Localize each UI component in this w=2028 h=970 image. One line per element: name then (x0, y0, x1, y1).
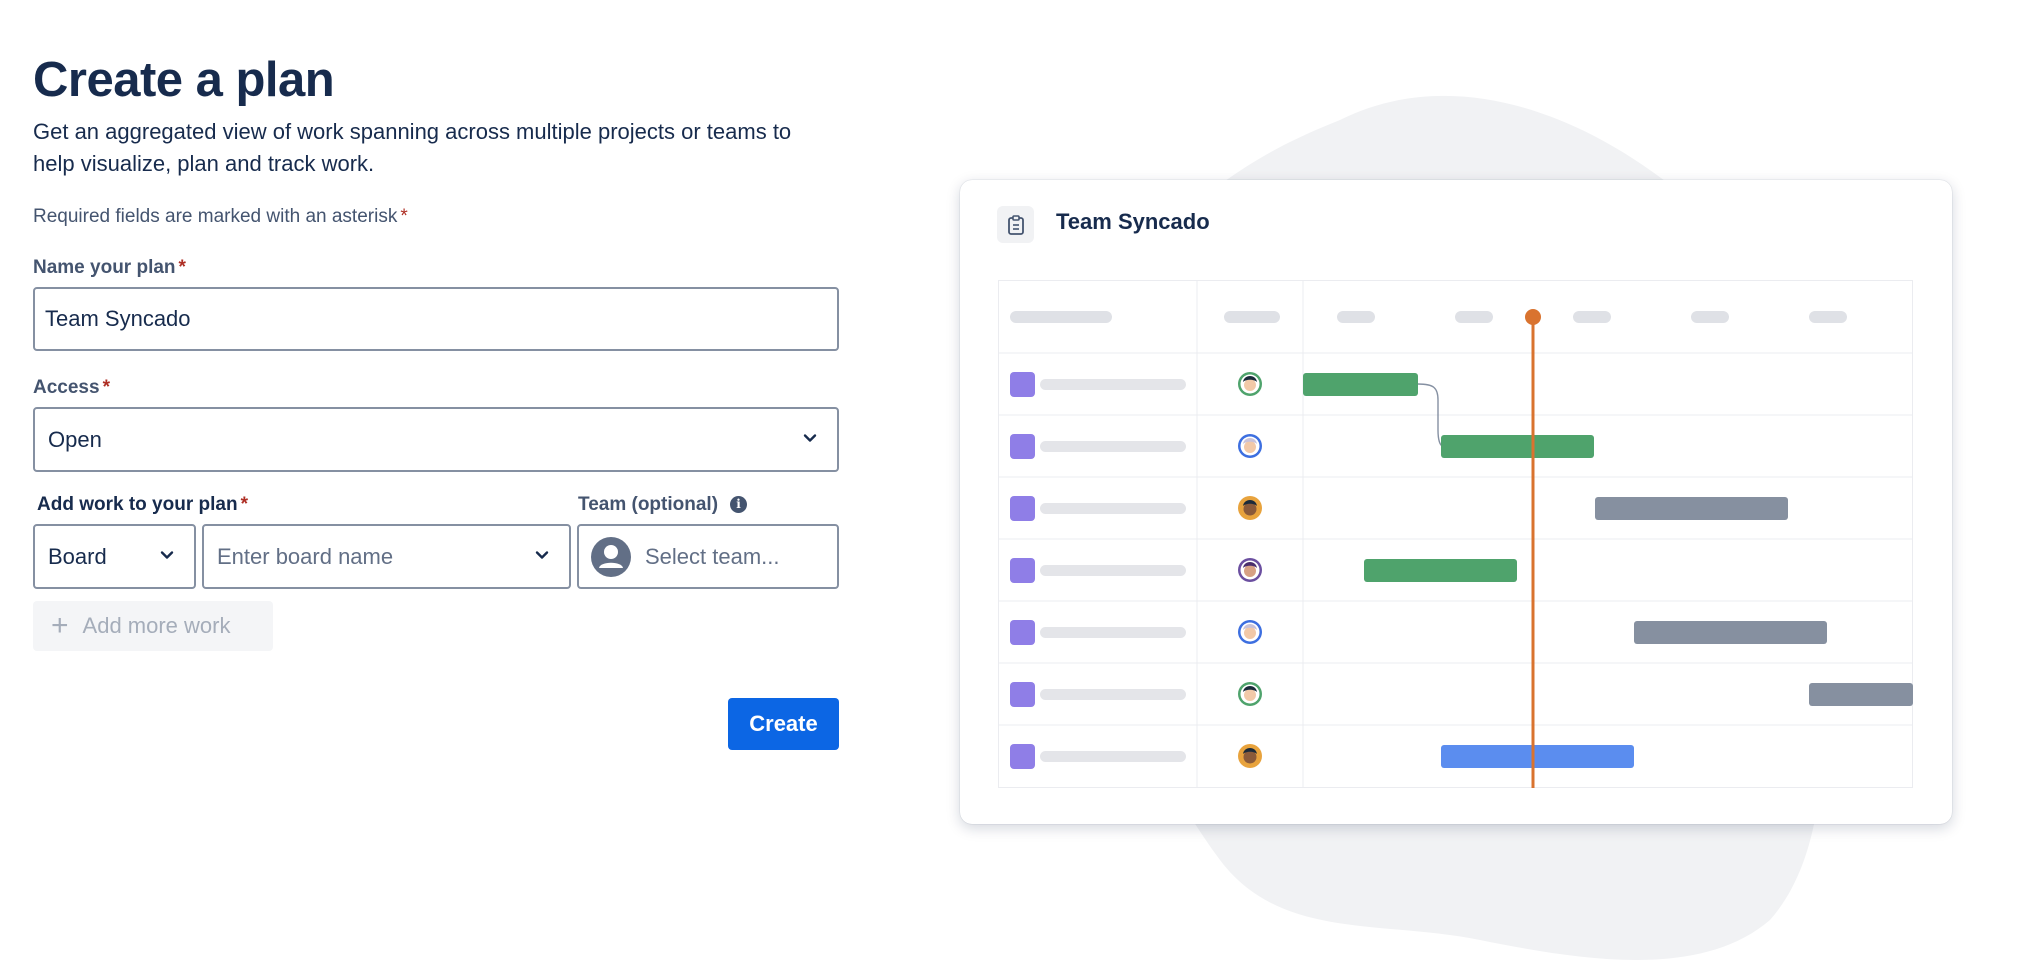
timeline-bar (1809, 683, 1913, 706)
plan-name-input[interactable]: Team Syncado (33, 287, 839, 351)
asterisk: * (400, 206, 408, 227)
plus-icon: + (51, 609, 69, 642)
add-work-label-text: Add work to your plan (37, 494, 238, 515)
add-more-work-label: Add more work (82, 613, 231, 638)
work-type-value: Board (48, 543, 107, 569)
add-work-label: Add work to your plan * (37, 494, 248, 516)
timeline-bar (1441, 435, 1594, 458)
team-select[interactable]: Select team... (577, 524, 839, 589)
plan-name-label: Name your plan * (33, 257, 186, 279)
plan-name-value: Team Syncado (45, 306, 191, 331)
chevron-down-icon (803, 433, 817, 442)
timeline-bar (1634, 621, 1827, 644)
plan-name-label-text: Name your plan (33, 257, 176, 278)
timeline-bar (1441, 745, 1634, 768)
work-type-select[interactable]: Board (33, 524, 196, 589)
page-title: Create a plan (33, 53, 335, 107)
timeline-bar (1364, 559, 1517, 582)
asterisk: * (240, 494, 248, 515)
team-label: Team (optional) i (578, 494, 748, 516)
preview-title: Team Syncado (1056, 209, 1210, 234)
clipboard-icon (997, 206, 1034, 243)
access-label: Access * (33, 377, 110, 399)
plan-preview-card: Team Syncado (960, 180, 1952, 824)
access-value: Open (48, 426, 102, 452)
asterisk: * (102, 377, 110, 398)
header-placeholder (1224, 311, 1280, 323)
team-avatar-icon (591, 536, 631, 577)
header-placeholder (1809, 311, 1847, 323)
board-name-select[interactable]: Enter board name (202, 524, 571, 589)
timeline-bar (1595, 497, 1788, 520)
chevron-down-icon (535, 550, 549, 559)
access-label-text: Access (33, 377, 100, 398)
required-note-text: Required fields are marked with an aster… (33, 206, 398, 227)
create-button[interactable]: Create (728, 698, 839, 750)
access-select[interactable]: Open (33, 407, 839, 472)
asterisk: * (178, 257, 186, 278)
header-placeholder (1691, 311, 1729, 323)
info-icon[interactable]: i (730, 496, 748, 513)
board-name-placeholder: Enter board name (217, 543, 394, 569)
team-placeholder: Select team... (645, 543, 780, 569)
timeline-illustration (998, 280, 1913, 788)
header-placeholder (1010, 311, 1112, 323)
required-fields-note: Required fields are marked with an aster… (33, 206, 408, 228)
page-description: Get an aggregated view of work spanning … (33, 119, 792, 176)
header-placeholder (1337, 311, 1375, 323)
today-marker (1525, 309, 1541, 325)
timeline-bar (1303, 373, 1418, 396)
add-more-work-button[interactable]: + Add more work (33, 601, 273, 651)
team-label-text: Team (optional) (578, 494, 719, 515)
chevron-down-icon (160, 550, 174, 559)
header-placeholder (1573, 311, 1611, 323)
header-placeholder (1455, 311, 1493, 323)
